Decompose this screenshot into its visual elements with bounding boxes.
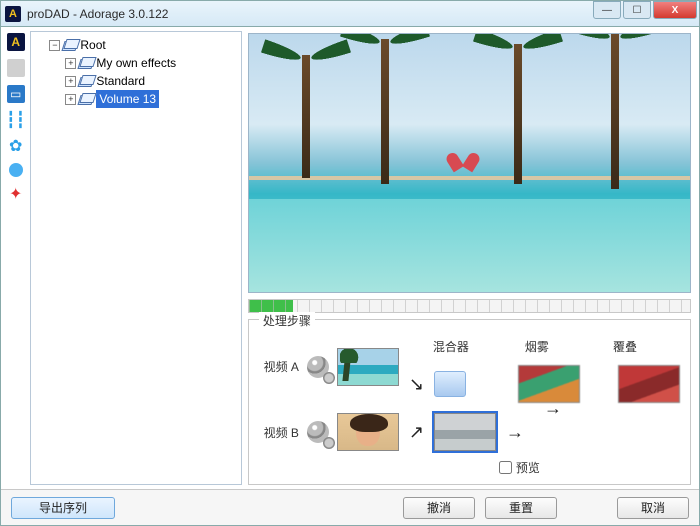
main-row: A ▭ ┇┇ ✿ ✦ − Root bbox=[1, 27, 699, 489]
thumb-mixer-output[interactable] bbox=[434, 413, 496, 451]
tree-node-root[interactable]: − Root bbox=[49, 36, 239, 54]
tree-label: My own effects bbox=[96, 54, 176, 72]
video-preview[interactable] bbox=[248, 33, 691, 293]
close-button[interactable]: X bbox=[653, 1, 697, 19]
effects-tree-panel: − Root + My own effects + bbox=[30, 31, 242, 485]
folder-icon bbox=[79, 93, 93, 105]
film-reel-icon[interactable] bbox=[307, 421, 329, 443]
toolbar-icon-blank[interactable] bbox=[7, 59, 25, 77]
palm-icon bbox=[381, 39, 389, 183]
arrow-icon: → bbox=[542, 398, 564, 419]
steps-row-b: 视频 B ↗ → → bbox=[259, 413, 680, 451]
titlebar[interactable]: A proDAD - Adorage 3.0.122 — ☐ X bbox=[1, 1, 699, 27]
palm-icon bbox=[611, 34, 619, 189]
undo-button[interactable]: 撤消 bbox=[403, 497, 475, 519]
preview-checkbox-input[interactable] bbox=[499, 461, 512, 474]
window-controls: — ☐ X bbox=[593, 1, 697, 19]
folder-icon bbox=[79, 57, 93, 69]
tree-label-selected: Volume 13 bbox=[96, 90, 159, 108]
thumb-overlay[interactable] bbox=[618, 365, 680, 403]
tree-label: Standard bbox=[96, 72, 145, 90]
client-area: A ▭ ┇┇ ✿ ✦ − Root bbox=[1, 27, 699, 525]
expander-icon[interactable]: + bbox=[65, 76, 76, 87]
minimize-button[interactable]: — bbox=[593, 1, 621, 19]
arrow-icon: ↗ bbox=[407, 422, 426, 443]
tree-node-my-own-effects[interactable]: + My own effects bbox=[65, 54, 239, 72]
app-window: A proDAD - Adorage 3.0.122 — ☐ X A ▭ ┇┇ … bbox=[0, 0, 700, 526]
maximize-button[interactable]: ☐ bbox=[623, 1, 651, 19]
left-toolbar: A ▭ ┇┇ ✿ ✦ bbox=[1, 27, 30, 489]
reset-button[interactable]: 重置 bbox=[485, 497, 557, 519]
heart-overlay-icon bbox=[452, 148, 474, 168]
toolbar-icon-monitor[interactable]: ▭ bbox=[7, 85, 25, 103]
bottom-bar: 导出序列 撤消 重置 取消 bbox=[1, 489, 699, 525]
tree-label-root: Root bbox=[80, 36, 105, 54]
palm-icon bbox=[514, 44, 522, 183]
arrow-icon: ↘ bbox=[407, 374, 426, 395]
preview-checkbox[interactable]: 预览 bbox=[499, 459, 680, 476]
toolbar-icon-sliders[interactable]: ┇┇ bbox=[7, 111, 25, 129]
timeline-scrubber[interactable] bbox=[248, 299, 691, 313]
processing-steps-group: 处理步骤 视频 A 混合器 烟雾 bbox=[248, 319, 691, 485]
expander-icon[interactable]: − bbox=[49, 40, 60, 51]
toolbar-icon-puzzle[interactable]: ✦ bbox=[7, 185, 25, 203]
window-title: proDAD - Adorage 3.0.122 bbox=[27, 7, 168, 21]
steps-group-title: 处理步骤 bbox=[259, 312, 315, 329]
label-video-b: 视频 B bbox=[259, 424, 299, 441]
expander-icon[interactable]: + bbox=[65, 58, 76, 69]
timeline-ticks bbox=[249, 300, 690, 312]
thumb-video-b[interactable] bbox=[337, 413, 399, 451]
mixer-icon[interactable] bbox=[434, 371, 466, 397]
effects-tree[interactable]: − Root + My own effects + bbox=[33, 36, 239, 108]
export-sequence-button[interactable]: 导出序列 bbox=[11, 497, 115, 519]
thumb-video-a[interactable] bbox=[337, 348, 399, 386]
main-panel: Menu 处理步骤 bbox=[242, 27, 699, 489]
folder-icon bbox=[63, 39, 77, 51]
toolbar-icon-dot[interactable] bbox=[9, 163, 23, 177]
tree-node-standard[interactable]: + Standard bbox=[65, 72, 239, 90]
toolbar-icon-gear[interactable]: ✿ bbox=[7, 137, 25, 155]
app-icon: A bbox=[5, 6, 21, 22]
tree-node-volume-13[interactable]: + Volume 13 bbox=[65, 90, 239, 108]
arrow-icon: → bbox=[504, 422, 526, 443]
expander-icon[interactable]: + bbox=[65, 94, 76, 105]
preview-checkbox-label: 预览 bbox=[516, 459, 540, 476]
folder-icon bbox=[79, 75, 93, 87]
film-reel-icon[interactable] bbox=[307, 356, 329, 378]
cancel-button[interactable]: 取消 bbox=[617, 497, 689, 519]
palm-icon bbox=[302, 55, 310, 179]
toolbar-icon-logo[interactable]: A bbox=[7, 33, 25, 51]
